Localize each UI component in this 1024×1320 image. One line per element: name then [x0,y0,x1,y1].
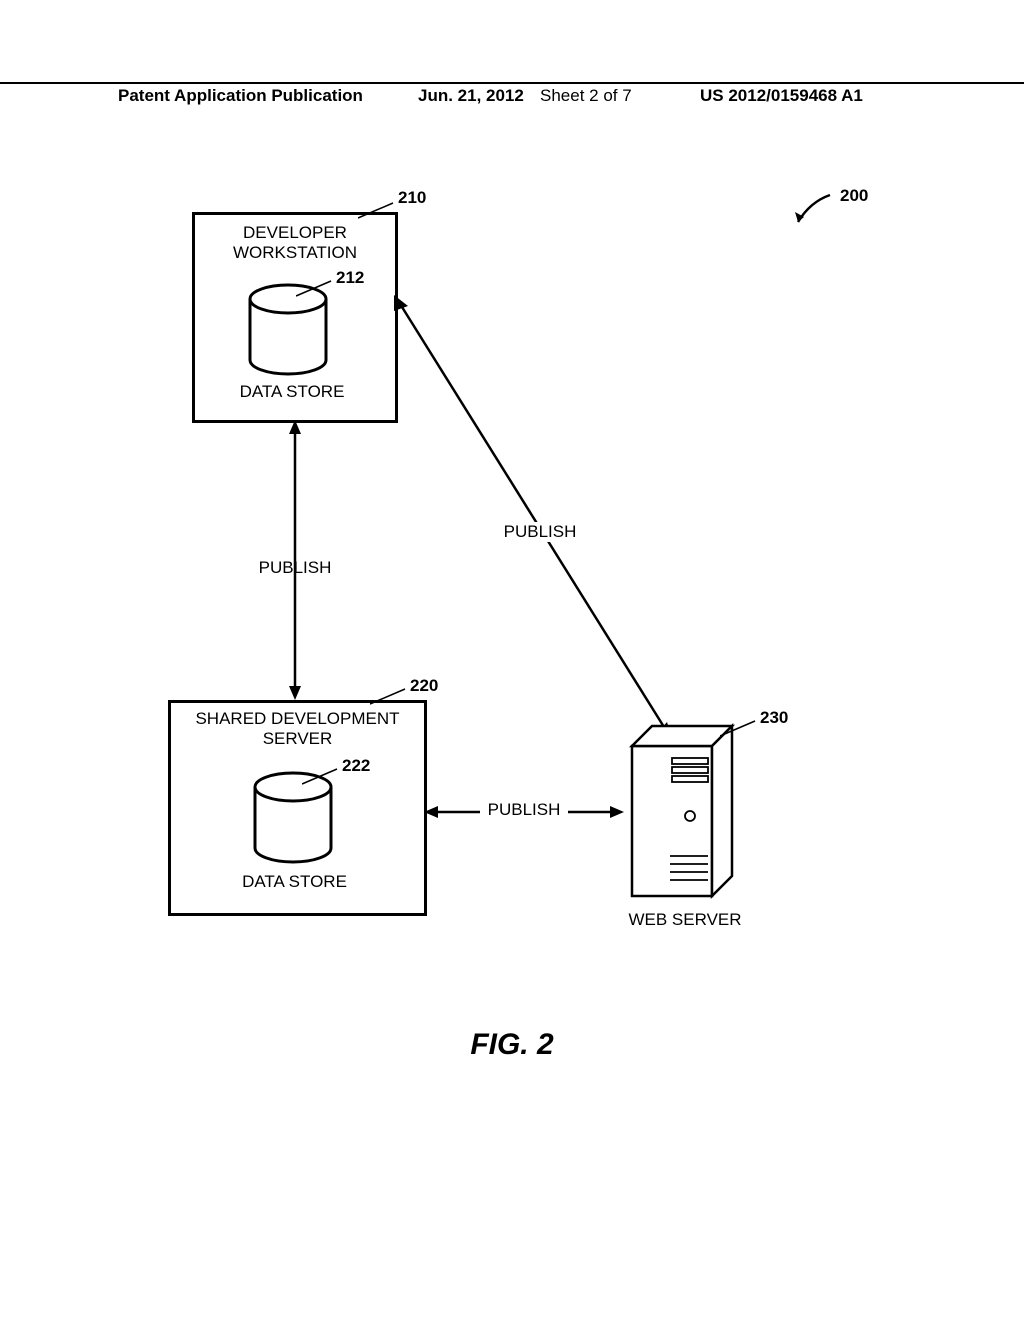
workstation-ds-label: DATA STORE [192,382,392,402]
server-title: SHARED DEVELOPMENT SERVER [171,709,424,749]
ref-200: 200 [840,186,868,206]
publish-label-3: PUBLISH [480,800,568,820]
publish-label-2: PUBLISH [490,522,590,542]
ref-212: 212 [336,268,364,288]
webserver-label: WEB SERVER [600,910,770,930]
workstation-title: DEVELOPER WORKSTATION [195,223,395,263]
ref-222: 222 [342,756,370,776]
ref-210: 210 [398,188,426,208]
publish-label-1: PUBLISH [245,558,345,578]
figure-caption: FIG. 2 [0,1028,1024,1062]
ref-arrow-200 [790,190,840,230]
ref-230: 230 [760,708,788,728]
figure-diagram: 200 DEVELOPER WORKSTATION 210 DATA STORE… [0,0,1024,1320]
ref-220: 220 [410,676,438,696]
server-ds-label: DATA STORE [168,872,421,892]
